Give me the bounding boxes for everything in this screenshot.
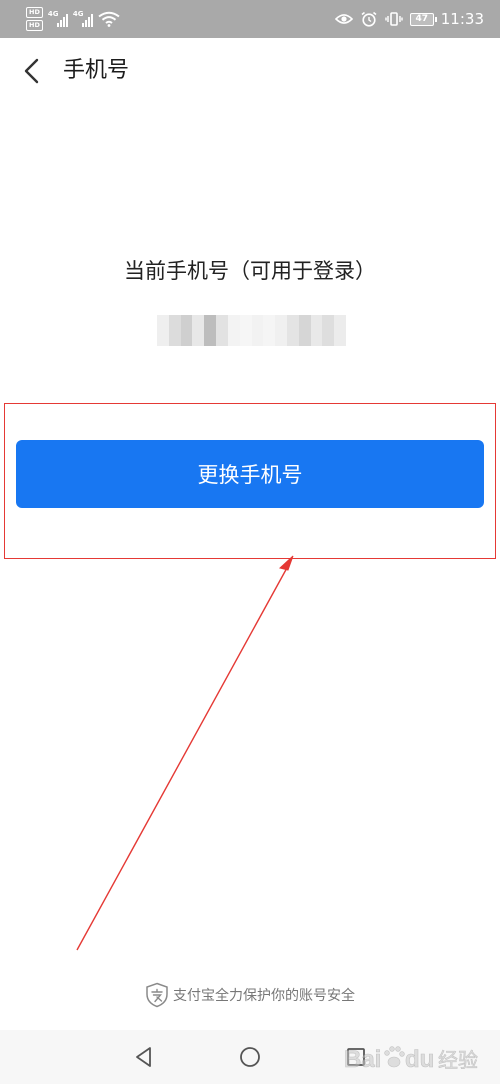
baidu-jingyan-watermark: Bai du 经验	[342, 1038, 492, 1080]
back-button[interactable]	[12, 51, 52, 91]
current-phone-heading: 当前手机号（可用于登录）	[124, 259, 376, 283]
signal-icon: 4G	[72, 10, 93, 27]
back-triangle-icon	[136, 1047, 151, 1067]
svg-text:经验: 经验	[438, 1048, 478, 1072]
wifi-icon	[98, 11, 120, 27]
chevron-left-icon	[24, 58, 39, 84]
nav-back-button[interactable]	[129, 1042, 159, 1072]
home-circle-icon	[240, 1047, 260, 1067]
change-phone-button[interactable]: 更换手机号	[16, 440, 484, 508]
status-time: 11:33	[440, 10, 484, 28]
svg-text:Bai: Bai	[344, 1046, 381, 1073]
battery-icon: 47	[409, 12, 437, 26]
status-bar: HD HD 4G 4G 47 11:33	[0, 0, 500, 38]
baidu-paw-logo-icon: Bai du 经验	[344, 1046, 479, 1074]
status-left-group: HD HD 4G 4G	[26, 6, 120, 32]
network-type-label: 4G	[47, 10, 59, 18]
signal-icon: 4G	[47, 10, 68, 27]
hd-badges: HD HD	[26, 7, 43, 31]
phone-screen: HD HD 4G 4G 47 11:33 手机号 当前手机号（可用于登录） 更换…	[0, 0, 500, 1084]
masked-phone-number	[157, 315, 346, 346]
alarm-icon	[361, 11, 377, 27]
eye-icon	[334, 14, 353, 24]
alipay-shield-icon	[146, 982, 168, 1008]
page-title: 手机号	[63, 58, 130, 83]
nav-home-button[interactable]	[235, 1042, 265, 1072]
security-note-text: 支付宝全力保护你的账号安全	[173, 988, 355, 1004]
battery-level: 47	[415, 14, 429, 24]
hd-icon: HD	[26, 7, 43, 18]
vibrate-icon	[385, 12, 403, 26]
app-header: 手机号	[0, 38, 500, 104]
network-type-label: 4G	[72, 10, 84, 18]
security-note: 支付宝全力保护你的账号安全	[0, 982, 500, 1008]
svg-text:du: du	[405, 1046, 434, 1073]
hd-icon: HD	[26, 20, 43, 31]
status-right-group: 47 11:33	[334, 6, 484, 32]
